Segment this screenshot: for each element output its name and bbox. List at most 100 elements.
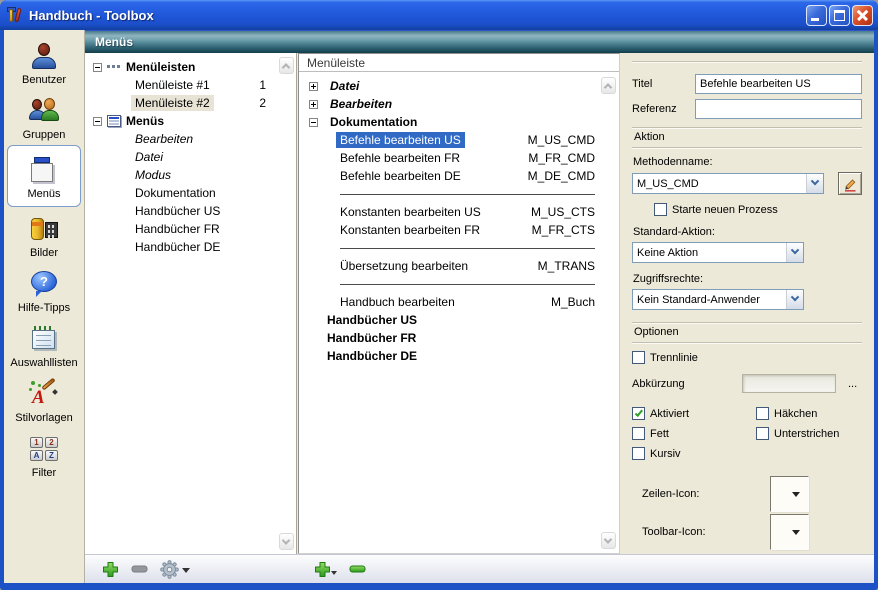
methodenname-dropdown[interactable]: M_US_CMD — [632, 173, 824, 194]
menu-rows: Datei Bearbeiten Dokumentation Befehle b… — [299, 72, 619, 553]
trennlinie-checkbox[interactable] — [632, 351, 645, 364]
sidebar-item-filter[interactable]: 12AZ Filter — [7, 428, 81, 482]
app-body: Benutzer Gruppen Menüs Bilder ? Hilfe-Ti… — [4, 30, 874, 583]
menu-item-befehle-us[interactable]: Befehle bearbeiten US M_US_CMD — [299, 131, 619, 149]
scroll-down-button[interactable] — [279, 533, 294, 550]
unterstrichen-checkbox[interactable] — [756, 427, 769, 440]
menu-item-uebersetzung[interactable]: Übersetzung bearbeiten M_TRANS — [299, 257, 619, 275]
tree-item-datei[interactable]: Datei — [85, 148, 296, 166]
abkuerzung-more-button[interactable]: ... — [848, 378, 857, 390]
method-code: M_FR_CTS — [532, 223, 595, 237]
sidebar-item-auswahllisten[interactable]: Auswahllisten — [7, 318, 81, 372]
method-code: M_FR_CMD — [528, 151, 595, 165]
page-title: Menüs — [85, 30, 874, 53]
titel-input[interactable]: Befehle bearbeiten US — [695, 74, 862, 94]
edit-method-button[interactable] — [838, 172, 862, 195]
maximize-button[interactable] — [829, 5, 850, 26]
notepad-icon — [31, 326, 57, 351]
sidebar-item-label: Menüs — [27, 188, 60, 200]
collapse-icon[interactable] — [309, 118, 318, 127]
tree-item-handbuecher-de[interactable]: Handbücher DE — [85, 238, 296, 256]
panel-caption: Menüleiste — [299, 54, 619, 72]
referenz-label: Referenz — [632, 103, 695, 115]
remove-menu-entry-button[interactable] — [349, 564, 366, 574]
menu-group-datei[interactable]: Datei — [299, 77, 619, 95]
tree-item-menueleiste-1[interactable]: Menüleiste #1 1 — [85, 76, 296, 94]
settings-button[interactable] — [160, 560, 190, 579]
sidebar-item-bilder[interactable]: Bilder — [7, 208, 81, 262]
collapse-icon[interactable] — [93, 117, 102, 126]
menu-top-handbuecher-fr[interactable]: Handbücher FR — [299, 329, 619, 347]
add-menubar-button[interactable] — [102, 561, 119, 578]
method-code: M_DE_CMD — [528, 169, 595, 183]
scroll-down-button[interactable] — [601, 532, 616, 549]
window-title: Handbuch - Toolbox — [29, 8, 804, 23]
plus-icon — [314, 561, 331, 578]
toolbar-icon-dropdown[interactable] — [770, 514, 809, 550]
method-code: M_Buch — [551, 295, 595, 309]
aktiviert-checkbox[interactable] — [632, 407, 645, 420]
remove-menubar-button-disabled[interactable] — [131, 564, 148, 574]
zeilen-icon-dropdown[interactable] — [770, 476, 809, 512]
tree-scrollbar[interactable] — [278, 57, 294, 550]
menu-separator — [299, 185, 619, 203]
tree-item-bearbeiten[interactable]: Bearbeiten — [85, 130, 296, 148]
tree-item-handbuecher-fr[interactable]: Handbücher FR — [85, 220, 296, 238]
menu-item-handbuch[interactable]: Handbuch bearbeiten M_Buch — [299, 293, 619, 311]
tree-item-menues[interactable]: Menüs — [85, 112, 296, 130]
close-button[interactable] — [852, 5, 873, 26]
expand-icon[interactable] — [309, 100, 318, 109]
zugriffsrechte-dropdown[interactable]: Kein Standard-Anwender — [632, 289, 804, 310]
tree-item-menueleisten[interactable]: Menüleisten — [85, 58, 296, 76]
method-code: M_TRANS — [538, 259, 595, 273]
minimize-button[interactable] — [806, 5, 827, 26]
pencil-icon — [842, 176, 858, 192]
haekchen-checkbox[interactable] — [756, 407, 769, 420]
scroll-up-button[interactable] — [279, 57, 294, 74]
tree-item-modus[interactable]: Modus — [85, 166, 296, 184]
menu-separator — [299, 275, 619, 293]
style-brush-icon: A — [29, 380, 59, 407]
starte-prozess-checkbox[interactable] — [654, 203, 667, 216]
sidebar-item-gruppen[interactable]: Gruppen — [7, 90, 81, 144]
menu-item-befehle-de[interactable]: Befehle bearbeiten DE M_DE_CMD — [299, 167, 619, 185]
sidebar-item-menues[interactable]: Menüs — [7, 145, 81, 207]
sidebar-item-hilfe-tipps[interactable]: ? Hilfe-Tipps — [7, 263, 81, 317]
row-number: 1 — [259, 78, 266, 92]
sidebar-item-stilvorlagen[interactable]: A Stilvorlagen — [7, 373, 81, 427]
fett-checkbox[interactable] — [632, 427, 645, 440]
optionen-section-header: Optionen — [632, 322, 862, 343]
minus-icon — [349, 564, 366, 574]
chevron-down-icon — [786, 290, 803, 309]
zeilen-icon-label: Zeilen-Icon: — [642, 488, 770, 500]
menu-group-bearbeiten[interactable]: Bearbeiten — [299, 95, 619, 113]
caret-down-icon — [182, 568, 190, 573]
caret-down-icon — [792, 492, 800, 497]
collapse-icon[interactable] — [93, 63, 102, 72]
menu-top-handbuecher-us[interactable]: Handbücher US — [299, 311, 619, 329]
chevron-up-icon — [282, 63, 290, 71]
menu-item-konstanten-us[interactable]: Konstanten bearbeiten US M_US_CTS — [299, 203, 619, 221]
menu-structure-panel: Menüleiste Datei Bearbeiten Dokumenta — [298, 53, 620, 554]
divider — [632, 61, 862, 63]
kursiv-checkbox[interactable] — [632, 447, 645, 460]
caret-down-icon — [792, 530, 800, 535]
referenz-input[interactable] — [695, 99, 862, 119]
scroll-up-button[interactable] — [601, 77, 616, 94]
menu-item-konstanten-fr[interactable]: Konstanten bearbeiten FR M_FR_CTS — [299, 221, 619, 239]
chevron-down-icon — [786, 243, 803, 262]
menu-item-befehle-fr[interactable]: Befehle bearbeiten FR M_FR_CMD — [299, 149, 619, 167]
tree-item-dokumentation[interactable]: Dokumentation — [85, 184, 296, 202]
menu-group-dokumentation[interactable]: Dokumentation — [299, 113, 619, 131]
tree-item-menueleiste-2[interactable]: Menüleiste #2 2 — [85, 94, 296, 112]
standard-aktion-dropdown[interactable]: Keine Aktion — [632, 242, 804, 263]
abkuerzung-input — [742, 374, 836, 393]
sidebar-item-label: Hilfe-Tipps — [18, 302, 70, 314]
tree-item-handbuecher-us[interactable]: Handbücher US — [85, 202, 296, 220]
add-menu-entry-button[interactable] — [314, 561, 337, 578]
expand-icon[interactable] — [309, 82, 318, 91]
sidebar-item-benutzer[interactable]: Benutzer — [7, 35, 81, 89]
menu-scrollbar[interactable] — [600, 77, 616, 549]
sidebar-item-label: Stilvorlagen — [15, 412, 72, 424]
menu-top-handbuecher-de[interactable]: Handbücher DE — [299, 347, 619, 365]
